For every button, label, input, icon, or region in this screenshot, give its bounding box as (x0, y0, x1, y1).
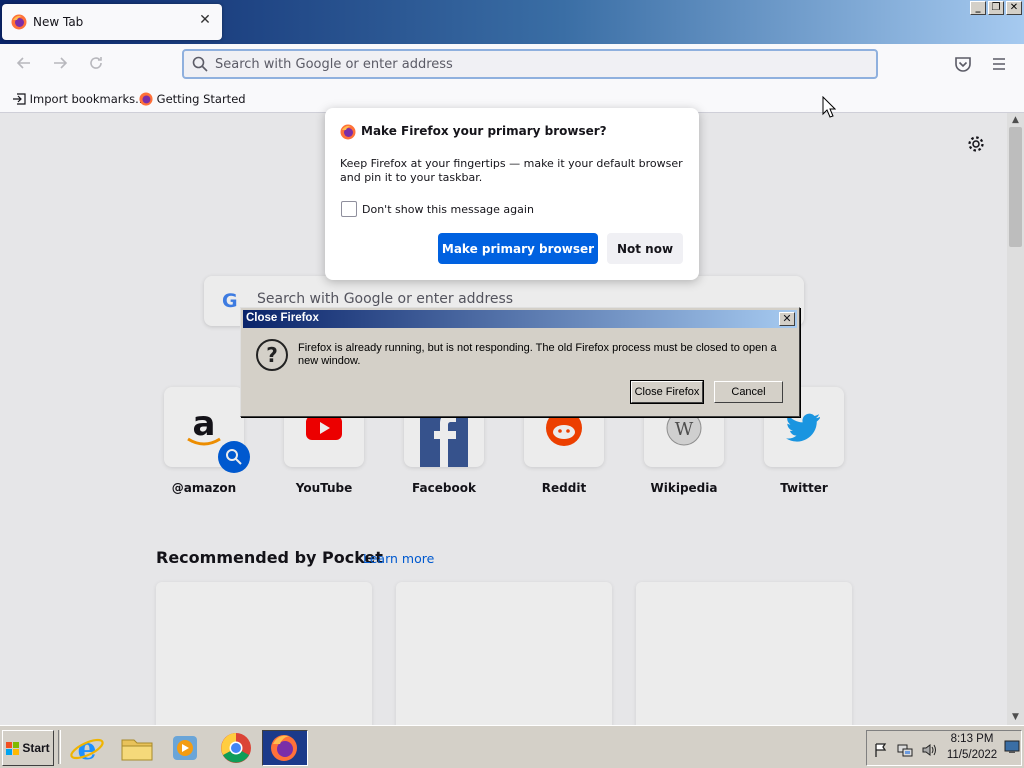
forward-button[interactable] (50, 55, 70, 75)
folder-icon (121, 739, 153, 761)
window-controls: _ ❐ ✕ (970, 1, 1022, 15)
firefox-icon (271, 735, 297, 761)
cancel-button[interactable]: Cancel (714, 381, 783, 403)
taskbar-chrome[interactable] (212, 730, 258, 766)
show-desktop-icon[interactable] (1004, 740, 1020, 754)
window-titlebar: New Tab ✕ _ ❐ ✕ (0, 0, 1024, 44)
hamburger-menu-icon[interactable] (991, 56, 1007, 72)
quicklaunch-separator (58, 730, 61, 764)
make-primary-browser-button[interactable]: Make primary browser (438, 233, 598, 264)
question-icon: ? (256, 339, 288, 371)
network-icon[interactable] (897, 742, 913, 758)
taskbar-file-explorer[interactable] (114, 730, 160, 766)
volume-icon[interactable] (921, 742, 937, 758)
restore-button[interactable]: ❐ (988, 1, 1004, 15)
internet-explorer-icon: e (70, 732, 104, 767)
popup-title: Make Firefox your primary browser? (361, 124, 607, 138)
tab-close-icon[interactable]: ✕ (197, 12, 213, 28)
dialog-titlebar: Close Firefox ✕ (243, 310, 797, 328)
navigation-toolbar (0, 44, 1024, 86)
action-center-flag-icon[interactable] (873, 742, 889, 758)
close-firefox-dialog: Close Firefox ✕ ? Firefox is already run… (240, 307, 800, 417)
firefox-icon (139, 92, 153, 106)
bookmark-import[interactable]: Import bookmarks... (12, 92, 146, 106)
dialog-title: Close Firefox (246, 312, 319, 324)
taskbar-internet-explorer[interactable]: e (64, 730, 110, 767)
start-label: Start (22, 741, 50, 755)
start-button[interactable]: Start (2, 730, 54, 766)
clock-time[interactable]: 8:13 PM (936, 733, 1008, 745)
not-now-button[interactable]: Not now (607, 233, 683, 264)
taskbar: Start e 8:13 PM 11/5/2022 (0, 725, 1024, 768)
windows-logo-icon (6, 741, 20, 755)
dont-show-checkbox[interactable] (341, 201, 357, 217)
media-player-icon (173, 736, 197, 760)
dont-show-label: Don't show this message again (362, 203, 534, 216)
tab-new-tab[interactable]: New Tab ✕ (2, 4, 222, 40)
tab-title: New Tab (33, 15, 84, 29)
import-icon (13, 93, 26, 105)
firefox-icon (11, 14, 27, 30)
popup-body: Keep Firefox at your fingertips — make i… (340, 157, 683, 184)
reload-icon (90, 57, 102, 69)
firefox-icon (340, 124, 356, 140)
forward-arrow-icon (54, 57, 68, 69)
close-window-button[interactable]: ✕ (1006, 1, 1022, 15)
minimize-button[interactable]: _ (970, 1, 986, 15)
mouse-cursor-icon (822, 96, 836, 118)
chrome-icon (221, 733, 251, 763)
bookmark-getting-started-label: Getting Started (156, 92, 246, 106)
pocket-icon[interactable] (954, 55, 972, 73)
clock-date[interactable]: 11/5/2022 (936, 749, 1008, 761)
bookmark-import-label: Import bookmarks... (29, 92, 147, 106)
taskbar-media-player[interactable] (162, 730, 208, 766)
search-icon (192, 56, 208, 72)
back-button[interactable] (14, 55, 34, 75)
address-input[interactable] (215, 54, 855, 74)
back-arrow-icon (16, 57, 30, 69)
address-bar[interactable] (182, 49, 878, 79)
reload-button[interactable] (86, 55, 106, 75)
taskbar-firefox[interactable] (262, 730, 308, 766)
dialog-close-icon[interactable]: ✕ (779, 312, 795, 326)
close-firefox-button[interactable]: Close Firefox (630, 380, 704, 404)
svg-text:e: e (77, 732, 96, 766)
bookmark-getting-started[interactable]: Getting Started (139, 92, 246, 106)
dialog-message: Firefox is already running, but is not r… (298, 342, 777, 367)
default-browser-popup: Make Firefox your primary browser? Keep … (325, 108, 699, 280)
